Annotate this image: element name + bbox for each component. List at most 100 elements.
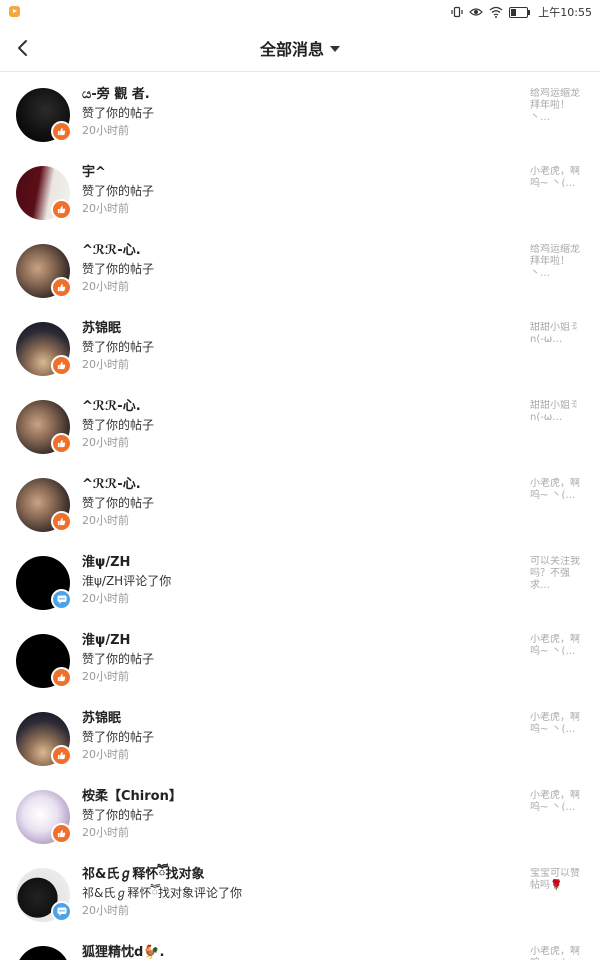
- page-title: 全部消息: [259, 39, 324, 59]
- message-texts: 苏锦眠 赞了你的帖子 20小时前: [82, 320, 512, 374]
- thumbs-up-icon: [57, 361, 66, 370]
- message-item[interactable]: 苏锦眠 赞了你的帖子 20小时前 小老虎，啊呜~ 丶(…: [0, 696, 600, 774]
- like-badge-icon: [51, 667, 72, 688]
- post-preview[interactable]: 小老虎，啊呜~ 丶(…: [530, 712, 586, 736]
- like-badge-icon: [51, 277, 72, 298]
- avatar-container[interactable]: [16, 322, 72, 376]
- sender-name[interactable]: 桉柔【Chiron】: [82, 788, 512, 806]
- like-badge-icon: [51, 433, 72, 454]
- message-item[interactable]: ^ℛℛ-心. 赞了你的帖子 20小时前 甜甜小姐ꉂ n(-ω…: [0, 384, 600, 462]
- message-action: 赞了你的帖子: [82, 496, 155, 510]
- app-notification-icon: [9, 6, 20, 17]
- avatar-container[interactable]: [16, 634, 72, 688]
- message-action: 赞了你的帖子: [82, 652, 155, 666]
- sender-name[interactable]: ^ℛℛ-心.: [82, 398, 512, 416]
- message-filter-dropdown[interactable]: 全部消息: [0, 24, 600, 71]
- post-preview[interactable]: 宝宝可以赞帖吗🌹: [530, 868, 586, 892]
- thumbs-up-icon: [57, 517, 66, 526]
- post-preview[interactable]: 小老虎，啊呜~ 丶(…: [530, 946, 586, 960]
- avatar-container[interactable]: [16, 790, 72, 844]
- message-item[interactable]: 苏锦眠 赞了你的帖子 20小时前 甜甜小姐ꉂ n(-ω…: [0, 306, 600, 384]
- message-time: 20小时前: [82, 514, 129, 527]
- avatar-container[interactable]: [16, 166, 72, 220]
- caret-down-icon: [330, 45, 340, 52]
- message-texts: 苏锦眠 赞了你的帖子 20小时前: [82, 710, 512, 764]
- sender-name[interactable]: 苏锦眠: [82, 710, 512, 728]
- post-preview[interactable]: 给鸡运缩龙拜年啦！丶…: [530, 88, 586, 124]
- wifi-icon: [489, 6, 503, 18]
- message-item[interactable]: 淮ψ/ZH 淮ψ/ZH评论了你 20小时前 可以关注我吗？不强求…: [0, 540, 600, 618]
- comment-badge-icon: [51, 589, 72, 610]
- post-preview[interactable]: 甜甜小姐ꉂ n(-ω…: [530, 322, 586, 346]
- post-preview[interactable]: 可以关注我吗？不强求…: [530, 556, 586, 592]
- message-time: 20小时前: [82, 592, 129, 605]
- avatar-container[interactable]: [16, 868, 72, 922]
- message-texts: 狐狸精忱d🐓. 赞了你的帖子 20小时前: [82, 944, 512, 960]
- message-time: 20小时前: [82, 748, 129, 761]
- like-badge-icon: [51, 511, 72, 532]
- sender-name[interactable]: 祁&氏ℊ释怀ཽ找对象: [82, 866, 512, 884]
- sender-name[interactable]: 宇^: [82, 164, 512, 182]
- thumbs-up-icon: [57, 283, 66, 292]
- message-texts: ය-旁 觀 者. 赞了你的帖子 20小时前: [82, 86, 512, 140]
- message-texts: 祁&氏ℊ释怀ཽ找对象 祁&氏ℊ释怀ཽ找对象评论了你 20小时前: [82, 866, 512, 920]
- message-action: 赞了你的帖子: [82, 184, 155, 198]
- message-action: 赞了你的帖子: [82, 808, 155, 822]
- vibrate-icon: [451, 6, 463, 18]
- avatar-container[interactable]: [16, 244, 72, 298]
- sender-name[interactable]: 狐狸精忱d🐓.: [82, 944, 512, 960]
- avatar-container[interactable]: [16, 946, 70, 960]
- post-preview[interactable]: 给鸡运缩龙拜年啦！丶…: [530, 244, 586, 280]
- message-action: 赞了你的帖子: [82, 418, 155, 432]
- avatar-container[interactable]: [16, 712, 72, 766]
- message-item[interactable]: 祁&氏ℊ释怀ཽ找对象 祁&氏ℊ释怀ཽ找对象评论了你 20小时前 宝宝可以赞帖吗🌹: [0, 852, 600, 930]
- header: 全部消息: [0, 24, 600, 72]
- message-texts: 淮ψ/ZH 赞了你的帖子 20小时前: [82, 632, 512, 686]
- message-item[interactable]: ^ℛℛ-心. 赞了你的帖子 20小时前 给鸡运缩龙拜年啦！丶…: [0, 228, 600, 306]
- message-texts: 桉柔【Chiron】 赞了你的帖子 20小时前: [82, 788, 512, 842]
- sender-name[interactable]: 淮ψ/ZH: [82, 632, 512, 650]
- post-preview[interactable]: 甜甜小姐ꉂ n(-ω…: [530, 400, 586, 424]
- message-time: 20小时前: [82, 670, 129, 683]
- sender-name[interactable]: ය-旁 觀 者.: [82, 86, 512, 104]
- message-time: 20小时前: [82, 124, 129, 137]
- thumbs-up-icon: [57, 205, 66, 214]
- message-texts: ^ℛℛ-心. 赞了你的帖子 20小时前: [82, 476, 512, 530]
- post-preview[interactable]: 小老虎，啊呜~ 丶(…: [530, 634, 586, 658]
- message-time: 20小时前: [82, 436, 129, 449]
- post-preview[interactable]: 小老虎，啊呜~ 丶(…: [530, 790, 586, 814]
- post-preview[interactable]: 小老虎，啊呜~ 丶(…: [530, 478, 586, 502]
- message-time: 20小时前: [82, 202, 129, 215]
- thumbs-up-icon: [57, 673, 66, 682]
- eye-icon: [469, 8, 484, 16]
- avatar-container[interactable]: [16, 400, 72, 454]
- avatar-container[interactable]: [16, 556, 72, 610]
- post-preview[interactable]: 小老虎，啊呜~ 丶(…: [530, 166, 586, 190]
- message-time: 20小时前: [82, 826, 129, 839]
- message-action: 赞了你的帖子: [82, 106, 155, 120]
- sender-name[interactable]: ^ℛℛ-心.: [82, 242, 512, 260]
- sender-name[interactable]: 苏锦眠: [82, 320, 512, 338]
- message-action: 淮ψ/ZH评论了你: [82, 574, 172, 588]
- message-action: 赞了你的帖子: [82, 340, 155, 354]
- message-item[interactable]: 狐狸精忱d🐓. 赞了你的帖子 20小时前 小老虎，啊呜~ 丶(…: [0, 930, 600, 960]
- message-item[interactable]: ය-旁 觀 者. 赞了你的帖子 20小时前 给鸡运缩龙拜年啦！丶…: [0, 72, 600, 150]
- message-item[interactable]: 宇^ 赞了你的帖子 20小时前 小老虎，啊呜~ 丶(…: [0, 150, 600, 228]
- message-time: 20小时前: [82, 904, 129, 917]
- sender-name[interactable]: ^ℛℛ-心.: [82, 476, 512, 494]
- message-list[interactable]: ය-旁 觀 者. 赞了你的帖子 20小时前 给鸡运缩龙拜年啦！丶… 宇^ 赞了你…: [0, 72, 600, 960]
- comment-icon: [57, 595, 66, 604]
- message-item[interactable]: ^ℛℛ-心. 赞了你的帖子 20小时前 小老虎，啊呜~ 丶(…: [0, 462, 600, 540]
- comment-badge-icon: [51, 901, 72, 922]
- status-bar: 上午10:55: [0, 0, 600, 24]
- thumbs-up-icon: [57, 439, 66, 448]
- message-texts: ^ℛℛ-心. 赞了你的帖子 20小时前: [82, 398, 512, 452]
- avatar-container[interactable]: [16, 88, 72, 142]
- message-texts: 宇^ 赞了你的帖子 20小时前: [82, 164, 512, 218]
- sender-name[interactable]: 淮ψ/ZH: [82, 554, 512, 572]
- avatar-container[interactable]: [16, 478, 72, 532]
- message-action: 赞了你的帖子: [82, 262, 155, 276]
- avatar[interactable]: [16, 946, 70, 960]
- message-item[interactable]: 桉柔【Chiron】 赞了你的帖子 20小时前 小老虎，啊呜~ 丶(…: [0, 774, 600, 852]
- message-item[interactable]: 淮ψ/ZH 赞了你的帖子 20小时前 小老虎，啊呜~ 丶(…: [0, 618, 600, 696]
